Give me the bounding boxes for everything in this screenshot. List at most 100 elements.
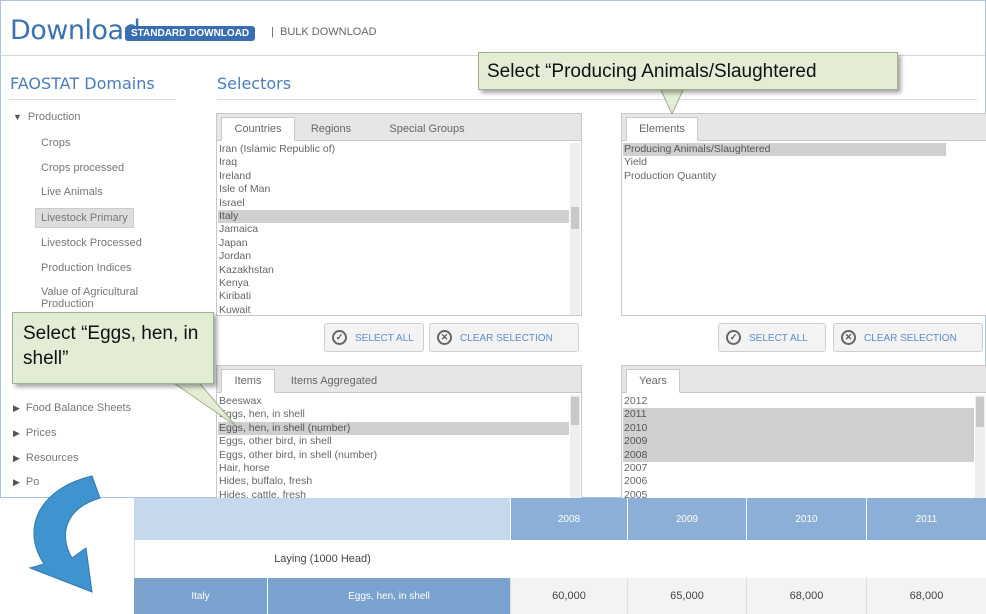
list-item[interactable]: Iran (Islamic Republic of) (218, 143, 569, 156)
tab-countries[interactable]: Countries (221, 117, 295, 141)
countries-select-all-button[interactable]: ✓ SELECT ALL (324, 323, 424, 352)
clear-selection-label: CLEAR SELECTION (460, 333, 553, 344)
list-item-selected[interactable]: Eggs, hen, in shell (number) (218, 421, 569, 436)
page-title: Download (10, 15, 141, 46)
list-item[interactable]: Eggs, hen, in shell (218, 408, 569, 421)
list-item[interactable]: Hides, buffalo, fresh (218, 475, 569, 488)
list-item[interactable]: Israel (218, 197, 569, 210)
nav-prices[interactable]: ▶ Prices (13, 427, 56, 439)
items-list[interactable]: Beeswax Eggs, hen, in shell Eggs, hen, i… (218, 395, 569, 498)
sub-item-live-animals[interactable]: Live Animals (41, 186, 103, 198)
list-item[interactable]: Kenya (218, 277, 569, 290)
table-cell-value: 68,000 (746, 578, 866, 614)
list-item[interactable]: 2005 (623, 489, 974, 498)
table-row-item: Eggs, hen, in shell (268, 578, 510, 614)
elements-list[interactable]: Producing Animals/Slaughtered Yield Prod… (623, 143, 946, 315)
tab-elements[interactable]: Elements (626, 117, 698, 141)
sub-item-production-indices[interactable]: Production Indices (41, 262, 132, 274)
list-item-selected[interactable]: Producing Animals/Slaughtered (623, 143, 946, 157)
callout-items: Select “Eggs, hen, in shell” (12, 312, 214, 384)
elements-clear-selection-button[interactable]: ✕ CLEAR SELECTION (833, 323, 983, 352)
sub-item-crops-processed[interactable]: Crops processed (41, 162, 124, 174)
years-tabbar: Years (622, 366, 986, 393)
list-item[interactable]: Eggs, other bird, in shell (number) (218, 449, 569, 462)
domains-title: FAOSTAT Domains (10, 74, 155, 93)
sub-item-livestock-processed[interactable]: Livestock Processed (41, 237, 142, 249)
table-group-blank (510, 540, 986, 578)
list-item[interactable]: Isle of Man (218, 183, 569, 196)
list-item[interactable]: Iraq (218, 156, 569, 169)
nav-food-balance-label: Food Balance Sheets (25, 402, 132, 414)
elements-select-all-button[interactable]: ✓ SELECT ALL (718, 323, 826, 352)
scrollbar-thumb[interactable] (976, 397, 984, 427)
items-scrollbar[interactable] (570, 395, 580, 498)
table-header-year: 2008 (510, 498, 627, 540)
years-list[interactable]: 2012 2011 2010 2009 2008 2007 2006 2005 (623, 395, 974, 498)
countries-tabbar: Countries Regions Special Groups (217, 114, 581, 141)
x-circle-icon: ✕ (841, 330, 856, 345)
list-item[interactable]: Yield (623, 156, 946, 169)
table-cell-value: 65,000 (627, 578, 746, 614)
table-header-year: 2010 (746, 498, 866, 540)
caret-right-icon: ▶ (13, 428, 20, 438)
select-all-label: SELECT ALL (749, 333, 808, 344)
page-header: Download STANDARD DOWNLOAD | BULK DOWNLO… (1, 1, 985, 56)
list-item[interactable]: Japan (218, 237, 569, 250)
list-item[interactable]: Kiribati (218, 290, 569, 303)
table-row-country: Italy (134, 578, 268, 614)
table-group-label: Laying (1000 Head) (134, 540, 510, 578)
elements-panel: Elements Producing Animals/Slaughtered Y… (621, 113, 986, 316)
list-item[interactable]: 2007 (623, 462, 974, 475)
nav-production-label: Production (27, 111, 81, 123)
scrollbar-thumb[interactable] (571, 397, 579, 425)
items-tabbar: Items Items Aggregated (217, 366, 581, 393)
tab-regions[interactable]: Regions (301, 118, 361, 140)
table-cell-value: 68,000 (866, 578, 986, 614)
countries-scrollbar[interactable] (570, 143, 580, 315)
list-item[interactable]: Hides, cattle, fresh (218, 489, 569, 498)
nav-prices-label: Prices (25, 427, 57, 439)
bulk-download-tab[interactable]: BULK DOWNLOAD (280, 26, 377, 38)
list-item-selected[interactable]: 2010 (623, 421, 974, 436)
scrollbar-thumb[interactable] (571, 207, 579, 229)
list-item[interactable]: Jamaica (218, 223, 569, 236)
list-item[interactable]: 2006 (623, 475, 974, 488)
list-item[interactable]: Ireland (218, 170, 569, 183)
caret-right-icon: ▶ (13, 453, 20, 463)
sub-item-crops[interactable]: Crops (41, 137, 70, 149)
list-item[interactable]: Kuwait (218, 304, 569, 315)
list-item[interactable]: Eggs, other bird, in shell (218, 435, 569, 448)
years-panel: Years 2012 2011 2010 2009 2008 2007 2006… (621, 365, 986, 498)
header-separator: | (271, 26, 274, 38)
list-item[interactable]: Beeswax (218, 395, 569, 408)
nav-production[interactable]: ▼ Production (13, 111, 81, 123)
list-item[interactable]: Jordan (218, 250, 569, 263)
sub-item-livestock-primary[interactable]: Livestock Primary (35, 208, 134, 228)
list-item-selected[interactable]: 2009 (623, 435, 974, 449)
sub-item-value-agri[interactable]: Value of Agricultural Production (41, 286, 166, 310)
nav-resources[interactable]: ▶ Resources (13, 452, 79, 464)
list-item-selected[interactable]: 2011 (623, 408, 974, 422)
standard-download-tab[interactable]: STANDARD DOWNLOAD (125, 26, 256, 41)
countries-clear-selection-button[interactable]: ✕ CLEAR SELECTION (429, 323, 579, 352)
elements-tabbar: Elements (622, 114, 986, 141)
list-item[interactable]: Production Quantity (623, 170, 946, 183)
nav-resources-label: Resources (25, 452, 79, 464)
result-table: 2008 2009 2010 2011 Laying (1000 Head) I… (134, 498, 986, 614)
tab-special-groups[interactable]: Special Groups (377, 118, 477, 140)
tab-years[interactable]: Years (626, 369, 680, 393)
nav-food-balance[interactable]: ▶ Food Balance Sheets (13, 402, 131, 414)
domains-divider (9, 99, 176, 100)
curved-arrow-icon (28, 475, 101, 593)
list-item[interactable]: Hair, horse (218, 462, 569, 475)
tab-items-aggregated[interactable]: Items Aggregated (279, 370, 389, 392)
table-header-year: 2009 (627, 498, 746, 540)
list-item[interactable]: 2012 (623, 395, 974, 408)
table-cell-value: 60,000 (510, 578, 627, 614)
countries-list[interactable]: Iran (Islamic Republic of) Iraq Ireland … (218, 143, 569, 315)
years-scrollbar[interactable] (975, 395, 985, 498)
list-item-selected[interactable]: 2008 (623, 448, 974, 462)
x-circle-icon: ✕ (437, 330, 452, 345)
list-item[interactable]: Kazakhstan (218, 264, 569, 277)
list-item-selected[interactable]: Italy (218, 209, 569, 224)
